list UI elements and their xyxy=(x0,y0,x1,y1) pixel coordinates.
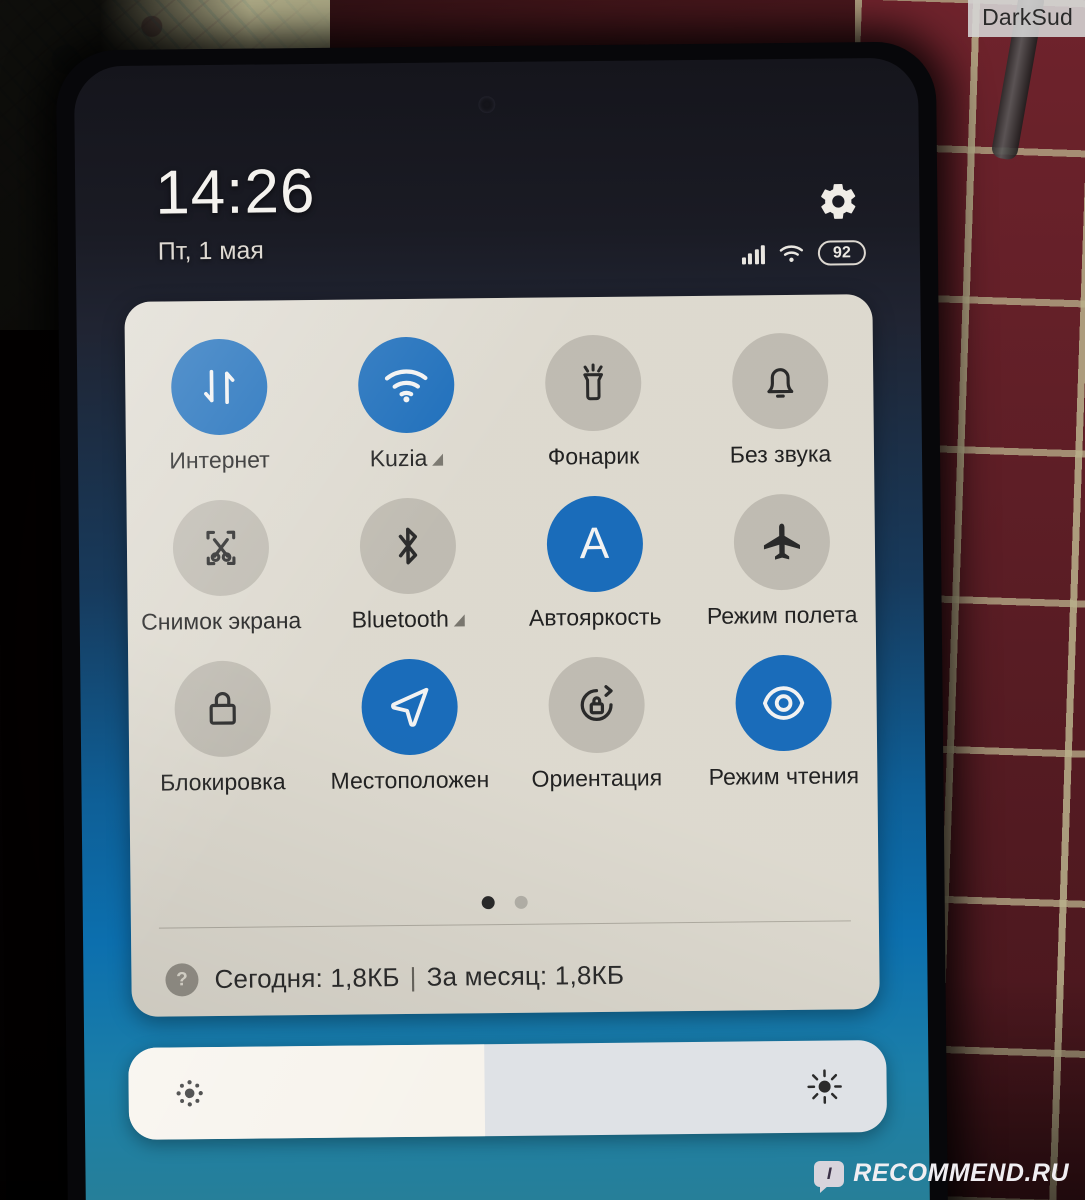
question-mark-icon[interactable]: ? xyxy=(165,963,199,997)
tile-label-text: Kuzia xyxy=(369,444,428,472)
tile-label: Фонарик xyxy=(547,442,640,470)
tile-label: Режим чтения xyxy=(708,762,860,790)
tile-flashlight[interactable]: Фонарик xyxy=(499,312,688,470)
tile-label: Местоположен xyxy=(330,766,490,794)
date-label: Пт, 1 мая xyxy=(157,236,265,266)
rotation-lock-icon[interactable] xyxy=(547,656,645,754)
watermark-darksud: DarkSud xyxy=(968,0,1085,37)
tile-wifi[interactable]: Kuzia xyxy=(312,314,501,471)
tile-airplane-mode[interactable]: Режим полета xyxy=(687,471,876,629)
data-usage-month: За месяц: 1,8КБ xyxy=(426,959,625,992)
status-icons: 92 xyxy=(741,240,867,266)
tile-label: Автояркость xyxy=(528,603,662,631)
status-area: 14:26 Пт, 1 мая 92 xyxy=(74,58,920,297)
watermark-recommend: I RECOMMEND.RU xyxy=(814,1159,1069,1193)
cellular-signal-icon xyxy=(741,244,766,264)
phone-screen: 14:26 Пт, 1 мая 92 Интернет Kuzia Фонари… xyxy=(73,57,931,1200)
tile-label: Bluetooth xyxy=(351,605,465,633)
tile-internet[interactable]: Интернет xyxy=(125,316,314,473)
eye-icon[interactable] xyxy=(734,654,832,752)
data-usage-separator: | xyxy=(409,961,417,992)
tile-label: Без звука xyxy=(729,440,832,468)
tile-screenshot[interactable]: Снимок экрана xyxy=(126,477,315,635)
page-dot-active[interactable] xyxy=(481,896,495,910)
tile-label: Интернет xyxy=(169,446,270,474)
tile-reading-mode[interactable]: Режим чтения xyxy=(689,632,878,790)
phone-device: 14:26 Пт, 1 мая 92 Интернет Kuzia Фонари… xyxy=(55,41,949,1200)
panel-divider xyxy=(158,920,851,929)
location-arrow-icon[interactable] xyxy=(360,658,458,756)
tile-label: Ориентация xyxy=(531,764,663,792)
control-center-panel: Интернет Kuzia Фонарик Без звука Снимок … xyxy=(124,294,880,1017)
quick-settings-grid: Интернет Kuzia Фонарик Без звука Снимок … xyxy=(125,310,878,796)
letter-a-glyph: A xyxy=(579,518,610,569)
tile-label: Снимок экрана xyxy=(141,607,302,635)
wifi-icon[interactable] xyxy=(357,336,455,434)
recommend-logo-icon: I xyxy=(814,1160,845,1193)
tile-label: Режим полета xyxy=(706,601,858,629)
tile-location[interactable]: Местоположен xyxy=(315,636,504,794)
brightness-high-icon xyxy=(807,1069,842,1104)
tile-silent[interactable]: Без звука xyxy=(686,310,875,468)
tile-orientation[interactable]: Ориентация xyxy=(502,634,691,792)
tile-auto-brightness[interactable]: A Автояркость xyxy=(500,473,689,631)
tile-label: Блокировка xyxy=(160,768,286,796)
auto-brightness-icon[interactable]: A xyxy=(545,495,643,593)
brightness-slider[interactable] xyxy=(128,1039,888,1140)
tile-screen-lock[interactable]: Блокировка xyxy=(128,638,317,796)
battery-indicator: 92 xyxy=(817,240,867,266)
data-usage-today: Сегодня: 1,8КБ xyxy=(214,962,400,995)
bell-icon[interactable] xyxy=(731,332,829,430)
data-usage-text: Сегодня: 1,8КБ | За месяц: 1,8КБ xyxy=(214,960,624,995)
gear-icon[interactable] xyxy=(817,180,859,222)
tile-label-text: Bluetooth xyxy=(351,605,449,633)
clock: 14:26 xyxy=(154,156,316,228)
page-dot-inactive[interactable] xyxy=(514,895,528,909)
data-usage-row[interactable]: ? Сегодня: 1,8КБ | За месяц: 1,8КБ xyxy=(165,959,624,997)
tile-bluetooth[interactable]: Bluetooth xyxy=(313,475,502,633)
tile-label: Kuzia xyxy=(369,444,444,472)
watermark-recommend-text: RECOMMEND.RU xyxy=(853,1159,1069,1187)
bluetooth-icon[interactable] xyxy=(358,497,456,595)
signal-triangle-icon xyxy=(453,614,465,627)
brightness-low-icon xyxy=(176,1080,203,1107)
signal-triangle-icon xyxy=(432,453,444,466)
lock-icon[interactable] xyxy=(173,660,271,758)
airplane-icon[interactable] xyxy=(732,493,830,591)
wifi-icon xyxy=(779,244,804,262)
data-transfer-icon[interactable] xyxy=(170,338,268,436)
screenshot-icon[interactable] xyxy=(171,499,269,597)
page-indicator[interactable] xyxy=(131,892,879,913)
flashlight-icon[interactable] xyxy=(544,334,642,432)
